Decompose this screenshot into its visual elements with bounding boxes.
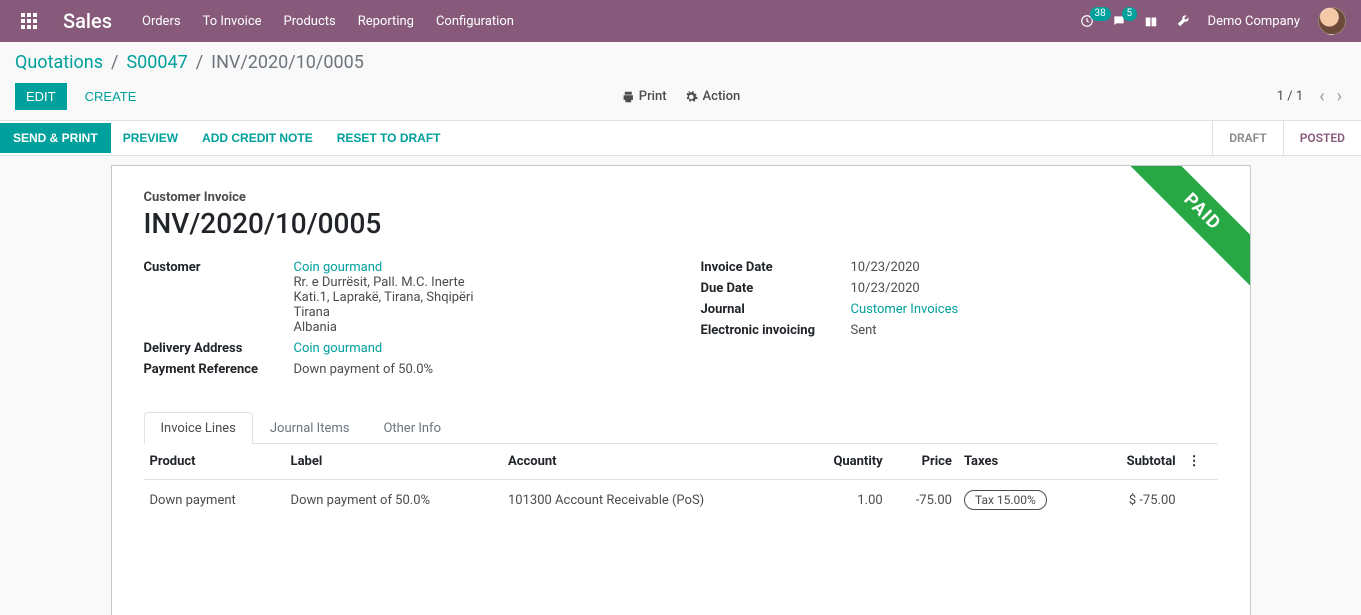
info-grid: Customer Coin gourmand Rr. e Durrësit, P… bbox=[144, 260, 1218, 383]
tabs: Invoice Lines Journal Items Other Info bbox=[144, 411, 1218, 444]
tab-journal-items[interactable]: Journal Items bbox=[253, 412, 367, 444]
pager-next[interactable]: › bbox=[1333, 86, 1346, 107]
company-name[interactable]: Demo Company bbox=[1208, 14, 1300, 29]
app-title[interactable]: Sales bbox=[63, 9, 112, 33]
center-actions: Print Action bbox=[621, 89, 740, 104]
due-date-label: Due Date bbox=[701, 281, 851, 296]
breadcrumb-order[interactable]: S00047 bbox=[126, 52, 187, 73]
user-avatar[interactable] bbox=[1318, 7, 1346, 35]
preview-button[interactable]: PREVIEW bbox=[111, 124, 190, 152]
breadcrumb-row: Quotations / S00047 / INV/2020/10/0005 bbox=[0, 42, 1361, 77]
add-credit-note-button[interactable]: ADD CREDIT NOTE bbox=[190, 124, 325, 152]
info-col-right: Invoice Date 10/23/2020 Due Date 10/23/2… bbox=[701, 260, 1218, 383]
send-print-button[interactable]: SEND & PRINT bbox=[0, 123, 111, 153]
addr-line-2: Kati.1, Laprakë, Tirana, Shqipëri bbox=[294, 290, 474, 305]
print-icon bbox=[621, 90, 635, 104]
status-draft[interactable]: DRAFT bbox=[1212, 121, 1283, 155]
journal-link[interactable]: Customer Invoices bbox=[851, 302, 959, 317]
td-product: Down payment bbox=[144, 480, 285, 521]
payref-label: Payment Reference bbox=[144, 362, 294, 377]
gift-icon[interactable] bbox=[1144, 14, 1158, 28]
menu-configuration[interactable]: Configuration bbox=[436, 14, 514, 29]
wrench-icon[interactable] bbox=[1176, 14, 1190, 28]
statusbar: SEND & PRINT PREVIEW ADD CREDIT NOTE RES… bbox=[0, 120, 1361, 156]
delivery-link[interactable]: Coin gourmand bbox=[294, 341, 383, 356]
action-label: Action bbox=[703, 89, 741, 104]
pager-prev[interactable]: ‹ bbox=[1315, 86, 1328, 107]
addr-line-4: Albania bbox=[294, 320, 474, 335]
addr-line-1: Rr. e Durrësit, Pall. M.C. Inerte bbox=[294, 275, 474, 290]
menu-to-invoice[interactable]: To Invoice bbox=[203, 14, 262, 29]
th-subtotal: Subtotal bbox=[1094, 444, 1181, 480]
th-options[interactable]: ⋮ bbox=[1182, 444, 1218, 480]
reset-to-draft-button[interactable]: RESET TO DRAFT bbox=[325, 124, 453, 152]
journal-label: Journal bbox=[701, 302, 851, 317]
menu-reporting[interactable]: Reporting bbox=[358, 14, 414, 29]
print-button[interactable]: Print bbox=[621, 89, 667, 104]
delivery-label: Delivery Address bbox=[144, 341, 294, 356]
td-account: 101300 Account Receivable (PoS) bbox=[502, 480, 801, 521]
th-account: Account bbox=[502, 444, 801, 480]
apps-icon[interactable] bbox=[15, 13, 43, 29]
payref-value: Down payment of 50.0% bbox=[294, 362, 434, 377]
th-taxes: Taxes bbox=[958, 444, 1094, 480]
menu-products[interactable]: Products bbox=[284, 14, 336, 29]
th-label: Label bbox=[285, 444, 502, 480]
breadcrumb-quotations[interactable]: Quotations bbox=[15, 52, 103, 73]
control-row: EDIT CREATE Print Action 1 / 1 ‹ › bbox=[0, 77, 1361, 120]
customer-label: Customer bbox=[144, 260, 294, 275]
customer-link[interactable]: Coin gourmand bbox=[294, 260, 383, 275]
tab-invoice-lines[interactable]: Invoice Lines bbox=[144, 412, 253, 444]
einv-label: Electronic invoicing bbox=[701, 323, 851, 338]
invoice-date-value: 10/23/2020 bbox=[851, 260, 920, 275]
action-button[interactable]: Action bbox=[685, 89, 741, 104]
doc-title: INV/2020/10/0005 bbox=[144, 207, 1218, 240]
td-subtotal: $ -75.00 bbox=[1094, 480, 1181, 521]
form-sheet: PAID Customer Invoice INV/2020/10/0005 C… bbox=[111, 165, 1251, 615]
messages-badge: 5 bbox=[1122, 7, 1138, 21]
top-menu: Orders To Invoice Products Reporting Con… bbox=[142, 14, 514, 29]
td-taxes: Tax 15.00% bbox=[958, 480, 1094, 521]
gear-icon bbox=[685, 90, 699, 104]
th-price: Price bbox=[889, 444, 958, 480]
breadcrumb-sep: / bbox=[111, 52, 118, 73]
topbar-right: 38 5 Demo Company bbox=[1080, 7, 1346, 35]
edit-button[interactable]: EDIT bbox=[15, 83, 67, 110]
activities-badge: 38 bbox=[1090, 7, 1111, 21]
einv-value: Sent bbox=[851, 323, 877, 338]
th-quantity: Quantity bbox=[801, 444, 889, 480]
create-button[interactable]: CREATE bbox=[75, 84, 147, 109]
invoice-lines-table: Product Label Account Quantity Price Tax… bbox=[144, 444, 1218, 520]
td-label: Down payment of 50.0% bbox=[285, 480, 502, 521]
tab-other-info[interactable]: Other Info bbox=[366, 412, 458, 444]
breadcrumb-sep: / bbox=[196, 52, 203, 73]
invoice-date-label: Invoice Date bbox=[701, 260, 851, 275]
status-posted[interactable]: POSTED bbox=[1283, 121, 1361, 155]
addr-line-3: Tirana bbox=[294, 305, 474, 320]
breadcrumb: Quotations / S00047 / INV/2020/10/0005 bbox=[15, 52, 1346, 73]
print-label: Print bbox=[639, 89, 667, 104]
doc-type-label: Customer Invoice bbox=[144, 190, 1218, 205]
body-scroll[interactable]: PAID Customer Invoice INV/2020/10/0005 C… bbox=[0, 165, 1361, 615]
table-row[interactable]: Down payment Down payment of 50.0% 10130… bbox=[144, 480, 1218, 521]
pager-count: 1 / 1 bbox=[1277, 89, 1303, 104]
tax-pill[interactable]: Tax 15.00% bbox=[964, 490, 1047, 510]
status-steps: DRAFT POSTED bbox=[1212, 121, 1361, 155]
td-price: -75.00 bbox=[889, 480, 958, 521]
breadcrumb-current: INV/2020/10/0005 bbox=[211, 52, 364, 73]
info-col-left: Customer Coin gourmand Rr. e Durrësit, P… bbox=[144, 260, 661, 383]
activities-indicator[interactable]: 38 bbox=[1080, 14, 1094, 28]
menu-orders[interactable]: Orders bbox=[142, 14, 181, 29]
due-date-value: 10/23/2020 bbox=[851, 281, 920, 296]
th-product: Product bbox=[144, 444, 285, 480]
pager: 1 / 1 ‹ › bbox=[1277, 86, 1346, 107]
messages-indicator[interactable]: 5 bbox=[1112, 14, 1126, 28]
td-quantity: 1.00 bbox=[801, 480, 889, 521]
top-navbar: Sales Orders To Invoice Products Reporti… bbox=[0, 0, 1361, 42]
